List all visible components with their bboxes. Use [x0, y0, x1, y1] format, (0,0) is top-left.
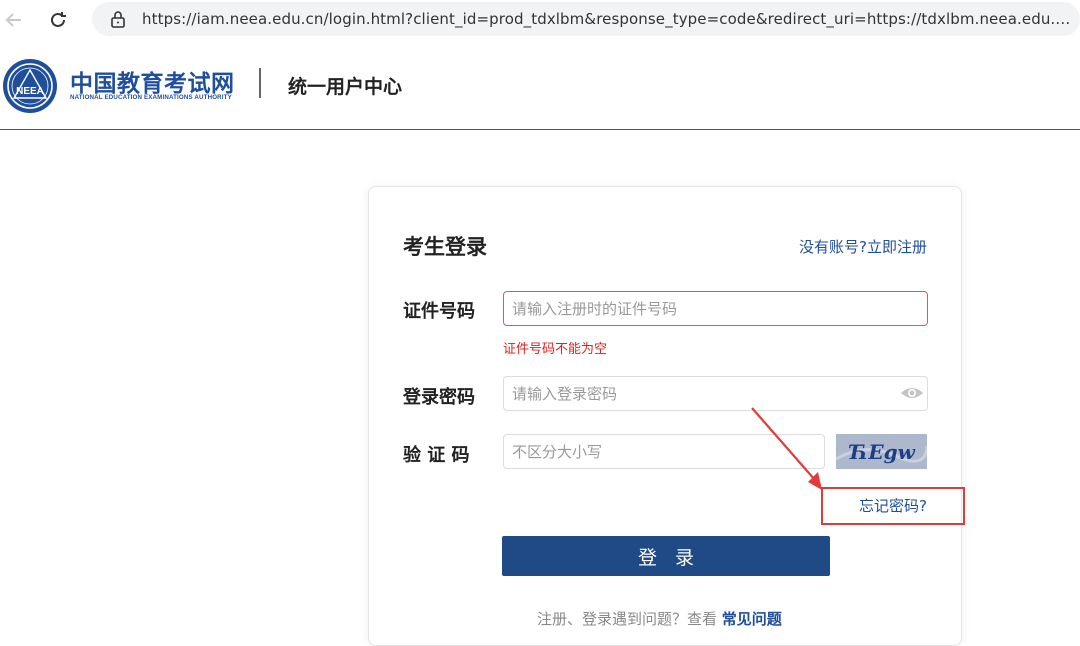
- help-prefix: 注册、登录遇到问题？查看: [537, 610, 722, 628]
- faq-link[interactable]: 常见问题: [722, 610, 782, 628]
- register-link[interactable]: 没有账号?立即注册: [799, 236, 927, 257]
- id-number-input[interactable]: [503, 291, 928, 326]
- forgot-password-link[interactable]: 忘记密码?: [859, 495, 927, 516]
- emblem-text: NEEA: [16, 86, 44, 97]
- password-input[interactable]: [503, 376, 928, 411]
- address-bar[interactable]: https://iam.neea.edu.cn/login.html?clien…: [92, 2, 1080, 36]
- site-info-icon[interactable]: [108, 9, 128, 29]
- captcha-input[interactable]: [503, 434, 825, 469]
- login-title: 考生登录: [403, 235, 487, 259]
- id-number-error: 证件号码不能为空: [503, 342, 608, 357]
- site-logo-subtitle: NATIONAL EDUCATION EXAMINATIONS AUTHORIT…: [70, 94, 232, 101]
- captcha-label: 验 证 码: [403, 445, 470, 466]
- id-number-label: 证件号码: [403, 301, 475, 322]
- reload-icon[interactable]: [44, 6, 72, 34]
- show-password-eye-icon[interactable]: [899, 384, 925, 402]
- password-label: 登录密码: [403, 387, 475, 408]
- captcha-image[interactable]: ЋEgw: [835, 434, 929, 469]
- site-logo-title: 中国教育考试网: [70, 71, 235, 97]
- login-button[interactable]: 登录: [502, 536, 830, 576]
- help-text: 注册、登录遇到问题？查看 常见问题: [537, 608, 782, 629]
- header-divider: [259, 68, 261, 98]
- captcha-text: ЋEgw: [848, 440, 915, 464]
- url-text: https://iam.neea.edu.cn/login.html?clien…: [142, 10, 1072, 28]
- back-arrow-icon[interactable]: [0, 6, 28, 34]
- login-card: 考生登录 没有账号?立即注册 证件号码 证件号码不能为空 登录密码 验 证 码 …: [368, 186, 965, 646]
- neea-emblem-icon: NEEA: [3, 59, 57, 113]
- site-header: NEEA 中国教育考试网 NATIONAL EDUCATION EXAMINAT…: [0, 50, 1080, 130]
- browser-toolbar: https://iam.neea.edu.cn/login.html?clien…: [0, 0, 1080, 40]
- header-section-title: 统一用户中心: [288, 76, 403, 98]
